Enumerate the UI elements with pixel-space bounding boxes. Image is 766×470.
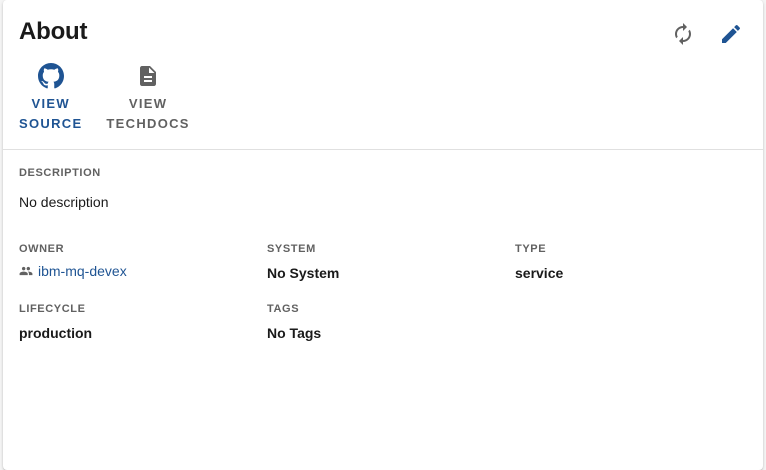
tags-label: TAGS bbox=[267, 303, 300, 315]
view-source-link[interactable]: VIEW SOURCE bbox=[19, 62, 82, 134]
description-label: DESCRIPTION bbox=[19, 167, 101, 179]
view-techdocs-label: VIEW TECHDOCS bbox=[106, 96, 190, 131]
system-label: SYSTEM bbox=[267, 243, 316, 255]
document-icon bbox=[134, 62, 162, 90]
lifecycle-label: LIFECYCLE bbox=[19, 303, 86, 315]
type-label: TYPE bbox=[515, 243, 547, 255]
view-source-label: VIEW SOURCE bbox=[19, 96, 83, 131]
refresh-button[interactable] bbox=[667, 18, 699, 50]
description-value: No description bbox=[19, 194, 109, 210]
lifecycle-field: LIFECYCLE production bbox=[19, 303, 92, 341]
group-icon bbox=[19, 266, 33, 276]
lifecycle-value: production bbox=[19, 325, 93, 341]
about-links: VIEW SOURCE VIEW TECHDOCS bbox=[19, 62, 190, 134]
type-field: TYPE service bbox=[515, 243, 563, 281]
system-value: No System bbox=[267, 265, 340, 281]
card-title: About bbox=[19, 18, 88, 45]
owner-field: OWNER ibm-mq-devex bbox=[19, 243, 127, 279]
owner-value: ibm-mq-devex bbox=[38, 263, 127, 279]
header-actions bbox=[667, 18, 747, 50]
github-icon bbox=[37, 62, 65, 90]
card-header: About VIEW SOURCE VIEW TECHDOCS bbox=[3, 0, 763, 150]
tags-field: TAGS No Tags bbox=[267, 303, 321, 341]
tags-value: No Tags bbox=[267, 325, 322, 341]
refresh-icon bbox=[675, 23, 691, 45]
owner-label: OWNER bbox=[19, 243, 65, 255]
about-card: About VIEW SOURCE VIEW TECHDOCS DESCRIPT… bbox=[3, 0, 763, 470]
card-content: DESCRIPTION No description OWNER ibm-mq-… bbox=[3, 150, 763, 341]
type-value: service bbox=[515, 265, 564, 281]
edit-button[interactable] bbox=[715, 18, 747, 50]
system-field: SYSTEM No System bbox=[267, 243, 339, 281]
view-techdocs-link[interactable]: VIEW TECHDOCS bbox=[106, 62, 189, 134]
owner-link[interactable]: ibm-mq-devex bbox=[19, 263, 127, 279]
edit-icon bbox=[722, 24, 741, 43]
